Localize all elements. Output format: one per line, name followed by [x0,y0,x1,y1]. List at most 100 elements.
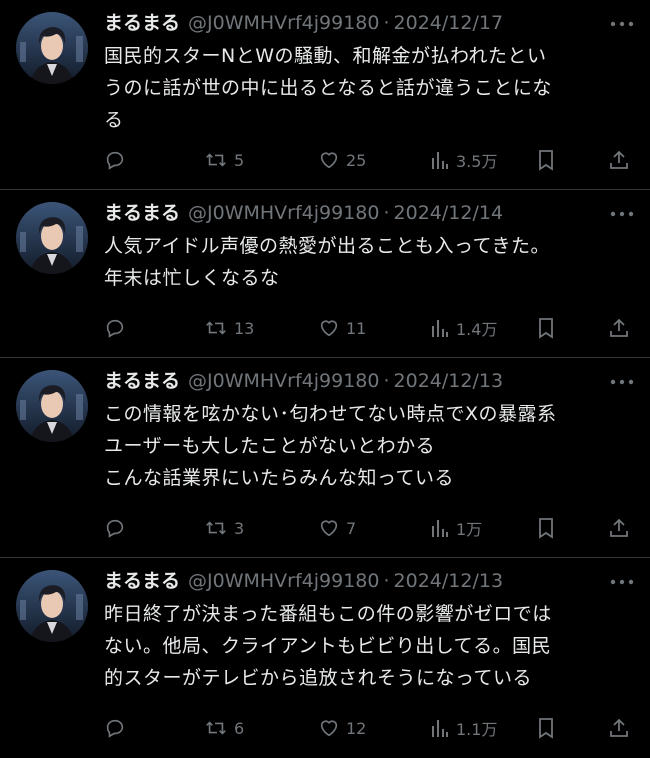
like-count: 25 [346,150,367,170]
share-button[interactable] [608,316,630,340]
heart-icon [320,320,338,337]
retweet-count: 3 [234,518,245,538]
tweet-text: 昨日終了が決まった番組もこの件の影響がゼロでは ない。他局、クライアントもビビり… [104,598,634,694]
views-button[interactable]: 1.4万 [430,316,497,340]
author-handle[interactable]: @J0WMHVrf4j99180 [188,8,379,38]
timeline: まるまる @J0WMHVrf4j99180 · 2024/12/17 国民的スタ… [0,0,650,758]
separator-dot: · [383,370,390,392]
bookmark-icon [539,718,553,739]
bookmark-button[interactable] [536,148,556,172]
tweet-text-line: この情報を呟かない･匂わせてない時点でXの暴露系 [104,403,557,425]
tweet-date[interactable]: 2024/12/13 [394,566,504,596]
bookmark-button[interactable] [536,516,556,540]
reply-icon [106,719,124,738]
views-icon [432,152,448,169]
tweet-text-line: 昨日終了が決まった番組もこの件の影響がゼロでは [104,603,552,625]
more-icon[interactable] [610,20,634,28]
bookmark-button[interactable] [536,716,556,740]
author-name[interactable]: まるまる [104,566,180,596]
retweet-icon [206,321,226,335]
share-button[interactable] [608,148,630,172]
view-count: 1万 [456,520,483,539]
tweet-date[interactable]: 2024/12/17 [394,8,504,38]
like-button[interactable]: 25 [318,148,366,172]
separator-dot: · [383,570,390,592]
tweet-date[interactable]: 2024/12/14 [394,198,504,228]
retweet-count: 6 [234,718,245,738]
share-button[interactable] [608,716,630,740]
like-count: 7 [346,518,357,538]
like-button[interactable]: 11 [318,316,366,340]
more-icon[interactable] [610,210,634,218]
tweet[interactable]: まるまる @J0WMHVrf4j99180 · 2024/12/13 この情報を… [0,358,650,558]
view-count: 1.4万 [456,320,498,339]
avatar-image [16,202,88,274]
share-button[interactable] [608,516,630,540]
author-name[interactable]: まるまる [104,198,180,228]
retweet-icon [206,721,226,735]
views-icon [432,520,448,537]
avatar-image [16,370,88,442]
author-handle[interactable]: @J0WMHVrf4j99180 [188,566,379,596]
like-button[interactable]: 12 [318,716,366,740]
tweet-text: 国民的スターNとWの騒動、和解金が払われたとい うのに話が世の中に出るとなると話… [104,40,634,136]
avatar[interactable] [16,12,88,84]
retweet-button[interactable]: 5 [204,148,244,172]
retweet-button[interactable]: 13 [204,316,254,340]
separator-dot: · [383,12,390,34]
retweet-button[interactable]: 6 [204,716,244,740]
share-icon [610,150,628,169]
bookmark-icon [539,318,553,339]
views-button[interactable]: 1.1万 [430,716,497,740]
tweet-text-line: ない。他局、クライアントもビビり出してる。国民 [104,635,552,657]
tweet-text-line: 国民的スターNとWの騒動、和解金が払われたとい [104,45,547,67]
reply-button[interactable] [104,516,132,540]
author-name[interactable]: まるまる [104,8,180,38]
reply-icon [106,319,124,338]
reply-button[interactable] [104,716,132,740]
like-button[interactable]: 7 [318,516,356,540]
bookmark-button[interactable] [536,316,556,340]
tweet-text: この情報を呟かない･匂わせてない時点でXの暴露系 ユーザーも大したことがないとわ… [104,398,634,494]
tweet-date[interactable]: 2024/12/13 [394,366,504,396]
bookmark-icon [539,518,553,539]
tweet-text-line: 年末は忙しくなるな [104,267,280,289]
action-bar: 6 12 1.1万 [104,716,634,740]
reply-button[interactable] [104,316,132,340]
separator-dot: · [383,202,390,224]
share-icon [610,518,628,537]
avatar[interactable] [16,370,88,442]
tweet-text-line: うのに話が世の中に出るとなると話が違うことにな [104,77,552,99]
more-icon[interactable] [610,378,634,386]
author-name[interactable]: まるまる [104,366,180,396]
tweet-text-line: ユーザーも大したことがないとわかる [104,435,436,457]
author-handle[interactable]: @J0WMHVrf4j99180 [188,366,379,396]
share-icon [610,718,628,737]
view-count: 3.5万 [456,152,498,171]
retweet-button[interactable]: 3 [204,516,244,540]
like-count: 11 [346,318,367,338]
action-bar: 3 7 1万 [104,516,634,540]
avatar-image [16,12,88,84]
reply-button[interactable] [104,148,132,172]
tweet[interactable]: まるまる @J0WMHVrf4j99180 · 2024/12/13 昨日終了が… [0,558,650,758]
views-icon [432,720,448,737]
avatar-image [16,570,88,642]
author-handle[interactable]: @J0WMHVrf4j99180 [188,198,379,228]
avatar[interactable] [16,570,88,642]
more-icon[interactable] [610,578,634,586]
views-button[interactable]: 3.5万 [430,148,497,172]
share-icon [610,318,628,337]
heart-icon [320,720,338,737]
like-count: 12 [346,718,367,738]
bookmark-icon [539,150,553,171]
tweet-text-line: 的スターがテレビから追放されそうになっている [104,667,533,689]
tweet[interactable]: まるまる @J0WMHVrf4j99180 · 2024/12/17 国民的スタ… [0,0,650,190]
tweet[interactable]: まるまる @J0WMHVrf4j99180 · 2024/12/14 人気アイド… [0,190,650,358]
tweet-text-line: こんな話業界にいたらみんな知っている [104,467,455,489]
views-button[interactable]: 1万 [430,516,482,540]
retweet-icon [206,153,226,167]
heart-icon [320,520,338,537]
avatar[interactable] [16,202,88,274]
tweet-text-line: る [104,109,124,131]
